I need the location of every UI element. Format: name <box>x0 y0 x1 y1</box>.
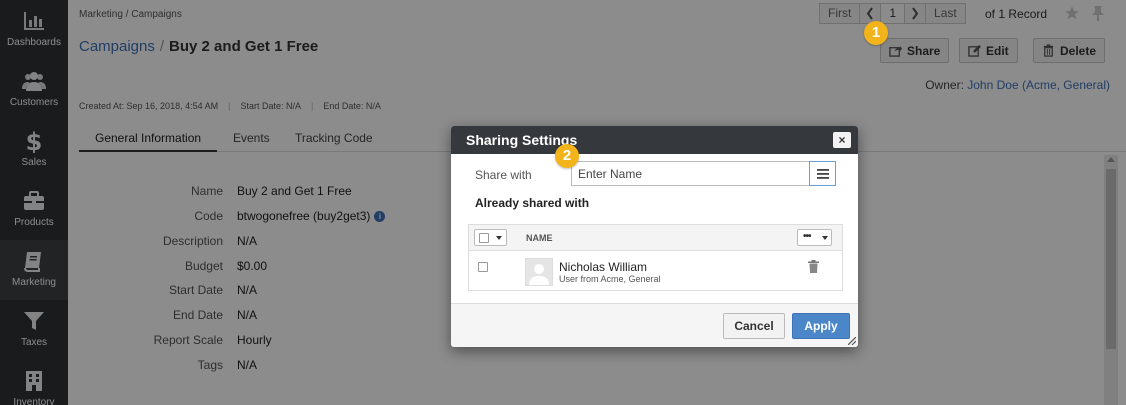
table-header: NAME ••• <box>469 225 842 251</box>
share-with-list-button[interactable] <box>809 161 836 186</box>
row-checkbox[interactable] <box>478 262 488 272</box>
select-all-checkbox[interactable] <box>479 233 489 243</box>
more-icon: ••• <box>803 231 811 242</box>
shared-users-table: NAME ••• Nicholas William User from Acme… <box>468 224 843 291</box>
menu-icon <box>816 168 829 179</box>
user-silhouette-icon <box>529 264 549 285</box>
select-all-dropdown[interactable] <box>474 229 507 246</box>
shared-user-detail: User from Acme, General <box>559 274 661 284</box>
cancel-button[interactable]: Cancel <box>723 313 785 339</box>
caret-down-icon <box>496 236 502 240</box>
avatar <box>525 258 553 286</box>
already-shared-heading: Already shared with <box>475 196 590 210</box>
remove-share-trash-icon[interactable] <box>808 260 819 273</box>
share-with-input[interactable] <box>571 161 809 186</box>
row-actions-dropdown[interactable]: ••• <box>797 229 832 246</box>
share-with-label: Share with <box>475 168 532 182</box>
dialog-footer: Cancel Apply <box>451 303 858 347</box>
step-badge-2: 2 <box>555 144 579 168</box>
caret-down-icon <box>822 236 828 240</box>
resize-handle-icon[interactable] <box>848 337 856 345</box>
dialog-header: Sharing Settings × <box>451 126 858 154</box>
close-button[interactable]: × <box>833 132 851 148</box>
shared-user-name: Nicholas William <box>559 260 648 274</box>
sharing-settings-dialog: Sharing Settings × Share with Already sh… <box>451 126 858 347</box>
step-badge-1: 1 <box>864 21 888 45</box>
apply-button[interactable]: Apply <box>792 313 850 339</box>
column-header-name: NAME <box>526 233 553 243</box>
